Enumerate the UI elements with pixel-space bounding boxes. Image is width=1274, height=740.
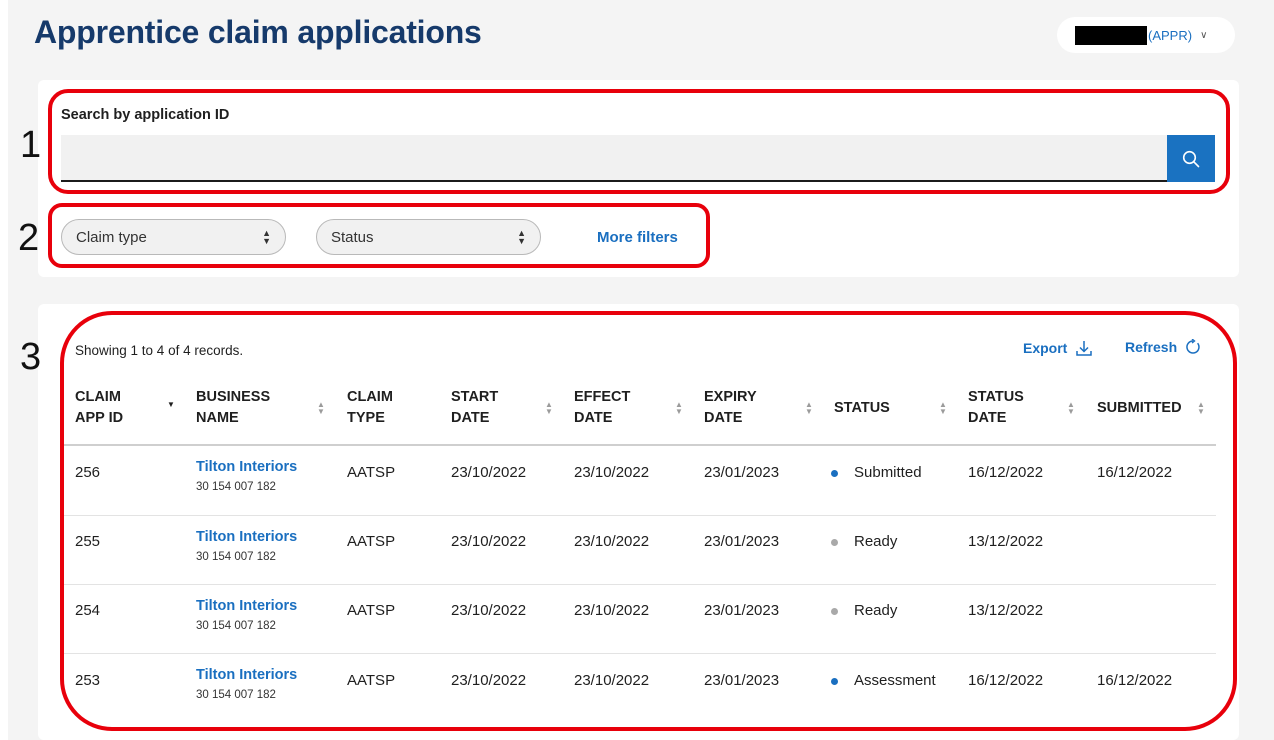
page-title: Apprentice claim applications xyxy=(34,14,482,50)
annotation-box-3 xyxy=(60,311,1237,731)
redacted-username xyxy=(1075,25,1147,45)
annotation-number-2: 2 xyxy=(18,217,40,259)
annotation-number-3: 3 xyxy=(20,336,42,378)
annotation-box-1 xyxy=(48,89,1230,194)
user-menu[interactable]: (APPR) ∨ xyxy=(1057,17,1235,53)
annotation-number-1: 1 xyxy=(20,124,42,166)
chevron-down-icon: ∨ xyxy=(1200,29,1208,41)
annotation-box-2 xyxy=(48,203,710,268)
user-role: (APPR) xyxy=(1148,27,1193,43)
